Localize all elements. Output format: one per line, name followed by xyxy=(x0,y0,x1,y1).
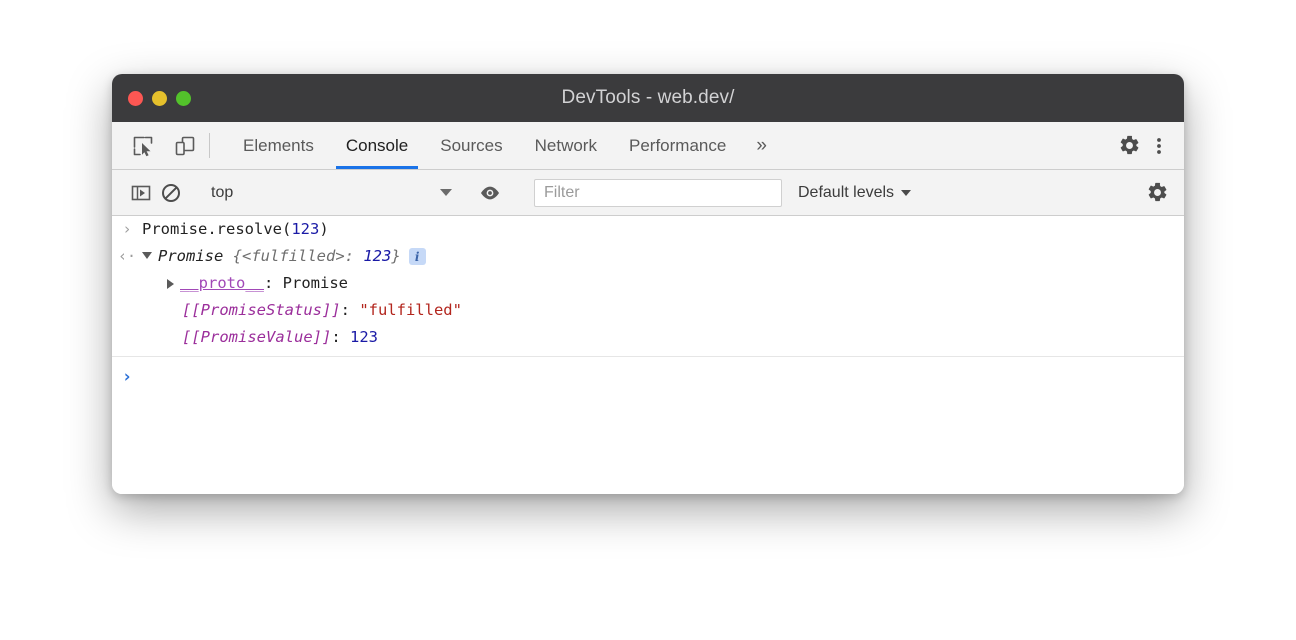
console-new-prompt-row[interactable]: › xyxy=(112,357,1184,390)
tabbar-divider xyxy=(209,133,210,158)
object-brace-open: { xyxy=(223,247,242,265)
input-code-number: 123 xyxy=(291,220,319,238)
console-toolbar-right xyxy=(1123,178,1184,208)
zoom-window-button[interactable] xyxy=(176,91,191,106)
tab-console[interactable]: Console xyxy=(330,122,424,169)
property-name[interactable]: __proto__ xyxy=(180,274,264,292)
object-constructor-name: Promise xyxy=(158,247,223,265)
tab-elements[interactable]: Elements xyxy=(227,122,330,169)
property-separator: : xyxy=(264,274,283,292)
property-name: [[PromiseStatus]] xyxy=(182,301,341,319)
console-prompt-icon: › xyxy=(112,364,142,390)
console-settings-gear-icon[interactable] xyxy=(1142,178,1172,208)
log-levels-selector[interactable]: Default levels xyxy=(798,184,911,202)
property-row-proto[interactable]: __proto__: Promise xyxy=(112,270,1184,297)
chevron-down-icon xyxy=(901,190,911,196)
inspect-element-icon[interactable] xyxy=(128,131,158,161)
console-output-line[interactable]: ‹· Promise {<fulfilled>: 123} i xyxy=(112,243,1184,270)
chevron-down-icon xyxy=(440,189,452,196)
tab-network[interactable]: Network xyxy=(519,122,613,169)
clear-console-icon[interactable] xyxy=(156,178,186,208)
object-inner-value: 123 xyxy=(363,247,391,265)
console-toolbar: top Default levels xyxy=(112,170,1184,216)
property-value: 123 xyxy=(350,328,378,346)
sidebar-toggle-icon[interactable] xyxy=(126,178,156,208)
property-row-promise-status[interactable]: [[PromiseStatus]]: "fulfilled" xyxy=(112,297,1184,324)
device-toolbar-icon[interactable] xyxy=(170,131,200,161)
property-name: [[PromiseValue]] xyxy=(182,328,331,346)
property-separator: : xyxy=(341,301,360,319)
close-window-button[interactable] xyxy=(128,91,143,106)
window-title: DevTools - web.dev/ xyxy=(112,87,1184,109)
live-expression-eye-icon[interactable] xyxy=(475,178,505,208)
minimize-window-button[interactable] xyxy=(152,91,167,106)
console-output-area[interactable]: › Promise.resolve(123) ‹· Promise {<fulf… xyxy=(112,216,1184,494)
object-inner-key: <fulfilled> xyxy=(242,247,345,265)
settings-gear-icon[interactable] xyxy=(1114,131,1144,161)
tab-performance[interactable]: Performance xyxy=(613,122,742,169)
disclosure-triangle-icon[interactable] xyxy=(167,279,174,289)
execution-context-label: top xyxy=(211,184,440,202)
output-prompt-icon: ‹· xyxy=(112,244,142,269)
more-tabs-button[interactable]: » xyxy=(742,122,781,169)
more-options-icon[interactable] xyxy=(1144,131,1174,161)
devtools-tabbar: Elements Console Sources Network Perform… xyxy=(112,122,1184,170)
result-object-header[interactable]: Promise {<fulfilled>: 123} i xyxy=(142,244,426,269)
disclosure-triangle-open-icon[interactable] xyxy=(142,252,152,259)
devtools-window: DevTools - web.dev/ xyxy=(112,74,1184,494)
log-levels-label: Default levels xyxy=(798,184,894,202)
property-row-promise-value[interactable]: [[PromiseValue]]: 123 xyxy=(112,324,1184,351)
tabbar-left-icons xyxy=(112,122,200,169)
property-content: [[PromiseStatus]]: "fulfilled" xyxy=(182,297,462,324)
object-inner-colon: : xyxy=(345,247,364,265)
property-separator: : xyxy=(331,328,350,346)
window-titlebar: DevTools - web.dev/ xyxy=(112,74,1184,122)
input-code-before: Promise.resolve( xyxy=(142,220,291,238)
panel-tabs: Elements Console Sources Network Perform… xyxy=(227,122,781,169)
object-brace-close: } xyxy=(391,247,400,265)
filter-input[interactable] xyxy=(534,179,782,207)
traffic-light-group xyxy=(128,91,191,106)
input-code-after: ) xyxy=(319,220,328,238)
info-badge-icon[interactable]: i xyxy=(409,248,426,265)
tabbar-right-icons xyxy=(1095,122,1184,169)
property-value: "fulfilled" xyxy=(359,301,462,319)
execution-context-selector[interactable]: top xyxy=(211,184,456,202)
input-prompt-icon: › xyxy=(112,217,142,242)
property-content: __proto__: Promise xyxy=(167,270,348,297)
screenshot-stage: DevTools - web.dev/ xyxy=(0,0,1296,640)
input-expression: Promise.resolve(123) xyxy=(142,217,329,242)
tab-sources[interactable]: Sources xyxy=(424,122,518,169)
property-value: Promise xyxy=(283,274,348,292)
console-input-line[interactable]: › Promise.resolve(123) xyxy=(112,216,1184,243)
property-content: [[PromiseValue]]: 123 xyxy=(182,324,378,351)
